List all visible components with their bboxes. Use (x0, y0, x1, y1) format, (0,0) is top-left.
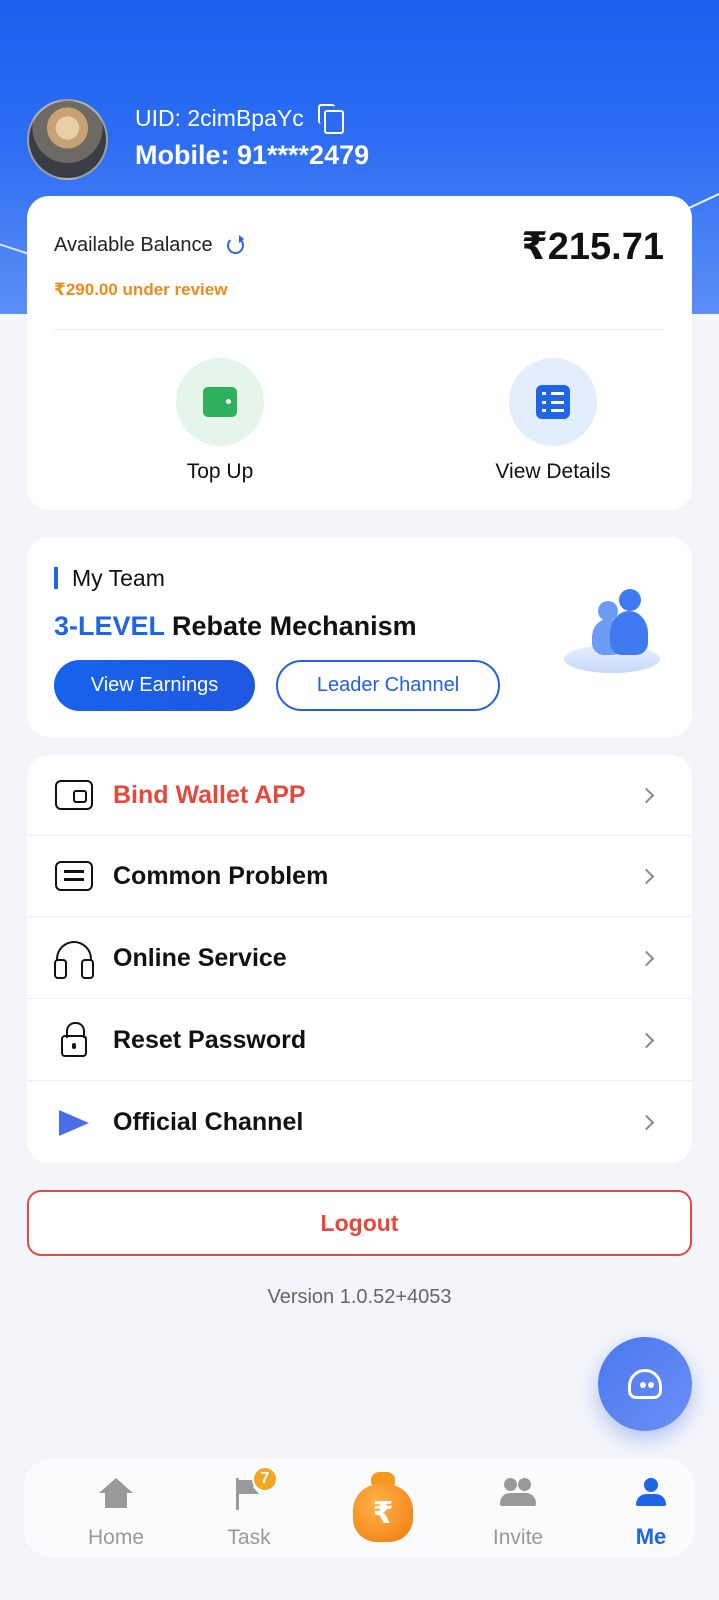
tab-label: Task (227, 1526, 271, 1549)
top-up-label: Top Up (186, 460, 254, 483)
avatar[interactable] (27, 99, 108, 180)
refresh-icon[interactable] (226, 235, 244, 254)
tab-earn[interactable]: ₹ (303, 1458, 463, 1558)
wallet-icon (55, 780, 93, 810)
view-details-circle (509, 358, 597, 446)
chevron-right-icon (638, 1032, 655, 1048)
send-icon (59, 1109, 89, 1136)
lock-icon (61, 1022, 87, 1057)
team-illustration-icon (564, 589, 664, 673)
view-details-label: View Details (495, 460, 611, 483)
balance-card: Available Balance ₹215.71 ₹290.00 under … (27, 196, 692, 510)
rebate-text: Rebate Mechanism (172, 611, 417, 641)
logout-button[interactable]: Logout (27, 1190, 692, 1256)
leader-channel-button[interactable]: Leader Channel (276, 660, 500, 711)
tab-task[interactable]: 7 Task (194, 1458, 304, 1558)
headset-icon (54, 941, 94, 979)
uid-row: UID: 2cimBpaYc (135, 102, 344, 134)
menu-item-label: Common Problem (113, 861, 329, 890)
balance-amount: ₹215.71 (521, 226, 664, 268)
settings-menu: Bind Wallet APP Common Problem Online Se… (27, 755, 692, 1163)
tab-label: Invite (492, 1526, 544, 1549)
person-icon (636, 1478, 666, 1506)
team-title: My Team (54, 567, 165, 590)
menu-item-official-channel[interactable]: Official Channel (27, 1082, 692, 1163)
menu-item-bind-wallet[interactable]: Bind Wallet APP (27, 755, 692, 836)
menu-item-common-problem[interactable]: Common Problem (27, 836, 692, 917)
chat-icon (55, 861, 93, 891)
menu-item-label: Online Service (113, 943, 287, 972)
divider (54, 329, 665, 330)
chevron-right-icon (638, 868, 655, 884)
balance-label: Available Balance (54, 234, 213, 256)
menu-item-online-service[interactable]: Online Service (27, 918, 692, 999)
chevron-right-icon (638, 1114, 655, 1131)
rebate-highlight: 3-LEVEL (54, 611, 165, 641)
menu-item-reset-password[interactable]: Reset Password (27, 1000, 692, 1081)
menu-item-label: Official Channel (113, 1108, 304, 1136)
copy-icon[interactable] (317, 104, 344, 134)
team-card: My Team 3-LEVEL Rebate Mechanism View Ea… (27, 537, 692, 737)
list-icon (536, 385, 570, 419)
tab-label: Home (87, 1526, 145, 1549)
under-review-text: ₹290.00 under review (54, 280, 228, 299)
version-text: Version 1.0.52+4053 (267, 1286, 452, 1308)
task-count-badge: 7 (252, 1466, 278, 1492)
tab-label: Me (635, 1524, 667, 1549)
people-icon (500, 1478, 536, 1506)
balance-label-row: Available Balance (54, 234, 244, 257)
chevron-right-icon (638, 950, 655, 966)
support-agent-icon (628, 1369, 662, 1399)
customer-service-button[interactable] (598, 1337, 692, 1431)
chevron-right-icon (638, 787, 655, 803)
bottom-tab-bar: Home 7 Task ₹ Invite Me (24, 1458, 695, 1558)
mobile-number: Mobile: 91****2479 (135, 140, 370, 170)
top-up-circle (176, 358, 264, 446)
menu-item-label: Reset Password (113, 1025, 307, 1054)
menu-item-label: Bind Wallet APP (113, 780, 306, 809)
view-details-button[interactable]: View Details (463, 358, 643, 484)
rebate-heading: 3-LEVEL Rebate Mechanism (54, 611, 417, 642)
top-up-button[interactable]: Top Up (130, 358, 310, 484)
home-icon (99, 1478, 133, 1508)
tab-home[interactable]: Home (61, 1458, 171, 1558)
money-bag-icon: ₹ (353, 1472, 413, 1542)
tab-me[interactable]: Me (596, 1458, 706, 1558)
uid-text: UID: 2cimBpaYc (135, 104, 304, 131)
wallet-icon (203, 387, 237, 417)
tab-invite[interactable]: Invite (463, 1458, 573, 1558)
view-earnings-button[interactable]: View Earnings (54, 660, 255, 711)
